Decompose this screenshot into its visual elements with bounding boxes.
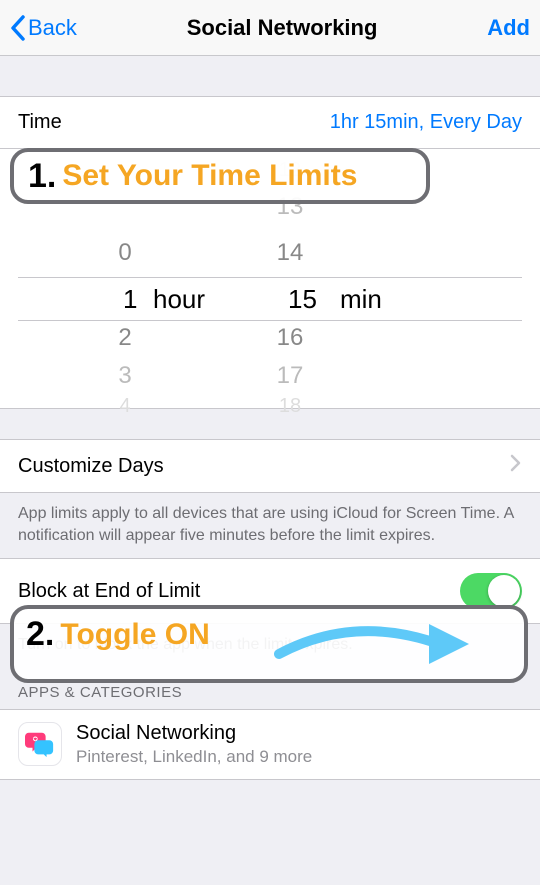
picker-hour-option: 0 bbox=[100, 239, 150, 267]
annotation-callout-1: 1. Set Your Time Limits bbox=[10, 148, 430, 204]
time-value: 1hr 15min, Every Day bbox=[330, 111, 522, 134]
annotation-callout-2: 2. Toggle ON bbox=[10, 605, 528, 683]
annotation-text: Set Your Time Limits bbox=[62, 159, 357, 193]
block-at-end-toggle[interactable] bbox=[460, 573, 522, 609]
picker-hour-option: 3 bbox=[100, 362, 150, 390]
annotation-number: 2. bbox=[26, 615, 54, 654]
spacer bbox=[0, 56, 540, 96]
add-button[interactable]: Add bbox=[487, 15, 530, 41]
picker-minute-unit: min bbox=[340, 284, 382, 315]
customize-days-row[interactable]: Customize Days bbox=[0, 439, 540, 493]
navigation-bar: Back Social Networking Add bbox=[0, 0, 540, 56]
picker-hour-unit: hour bbox=[153, 284, 205, 315]
annotation-text: Toggle ON bbox=[60, 618, 209, 652]
time-summary-row: Time 1hr 15min, Every Day bbox=[0, 96, 540, 149]
picker-hour-option: 2 bbox=[100, 324, 150, 352]
picker-selection-bar: 1 hour 15 min bbox=[18, 277, 522, 321]
customize-days-label: Customize Days bbox=[18, 455, 164, 478]
time-label: Time bbox=[18, 111, 62, 134]
annotation-number: 1. bbox=[28, 157, 56, 196]
toggle-knob bbox=[488, 575, 520, 607]
picker-minute-option: 18 bbox=[265, 395, 315, 418]
chevron-left-icon bbox=[10, 15, 26, 41]
app-category-row[interactable]: Social Networking Pinterest, LinkedIn, a… bbox=[0, 709, 540, 780]
social-networking-icon bbox=[18, 722, 62, 766]
app-category-text: Social Networking Pinterest, LinkedIn, a… bbox=[76, 722, 312, 767]
picker-minute-option: 16 bbox=[265, 324, 315, 352]
picker-hour-selected: 1 bbox=[123, 284, 137, 315]
arrow-icon bbox=[274, 619, 474, 669]
back-button[interactable]: Back bbox=[10, 15, 77, 41]
app-category-name: Social Networking bbox=[76, 722, 312, 745]
block-at-end-label: Block at End of Limit bbox=[18, 580, 200, 603]
page-title: Social Networking bbox=[187, 15, 378, 41]
limits-footer-text: App limits apply to all devices that are… bbox=[0, 493, 540, 558]
picker-hour-option: 4 bbox=[100, 395, 150, 418]
back-label: Back bbox=[28, 15, 77, 41]
app-category-subtitle: Pinterest, LinkedIn, and 9 more bbox=[76, 747, 312, 767]
picker-minute-option: 17 bbox=[265, 362, 315, 390]
picker-minute-option: 14 bbox=[265, 239, 315, 267]
chevron-right-icon bbox=[510, 454, 522, 478]
picker-minute-selected: 15 bbox=[288, 284, 317, 315]
